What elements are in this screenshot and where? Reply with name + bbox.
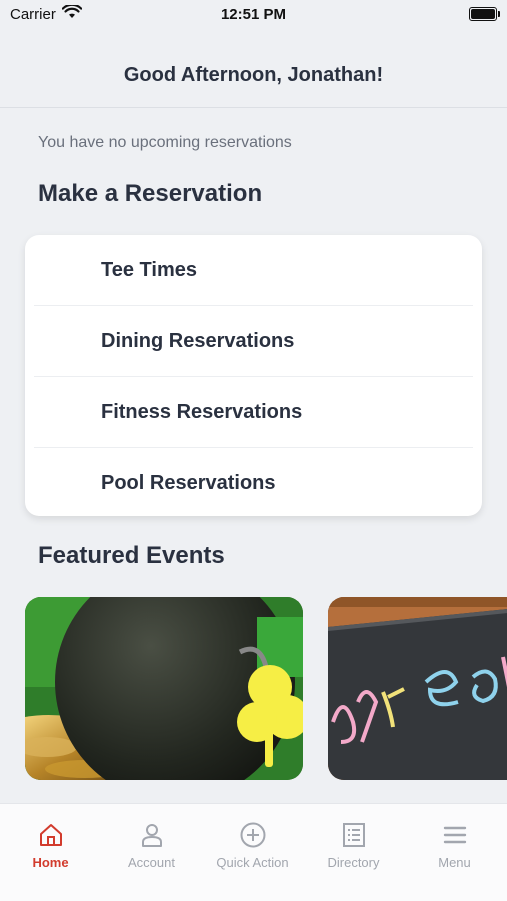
tab-account[interactable]: Account: [101, 804, 202, 901]
tab-menu[interactable]: Menu: [404, 804, 505, 901]
reservation-item-pool[interactable]: Pool Reservations: [34, 448, 473, 516]
tab-home[interactable]: Home: [0, 804, 101, 901]
menu-icon: [443, 826, 467, 844]
tab-quick-action[interactable]: Quick Action: [202, 804, 303, 901]
reservation-item-tee-times[interactable]: Tee Times: [34, 235, 473, 306]
reservation-item-label: Dining Reservations: [101, 329, 295, 352]
tab-directory[interactable]: Directory: [303, 804, 404, 901]
header: Good Afternoon, Jonathan!: [0, 30, 507, 108]
make-reservation-title: Make a Reservation: [38, 180, 263, 207]
reservation-card: Tee Times Dining Reservations Fitness Re…: [25, 235, 482, 516]
account-icon: [142, 824, 162, 847]
tab-bar: Home Account Quick Action Directory Menu: [0, 803, 507, 901]
reservation-item-label: Tee Times: [101, 258, 197, 281]
reservation-item-label: Pool Reservations: [101, 471, 276, 494]
greeting-title: Good Afternoon, Jonathan!: [123, 64, 384, 86]
event-image: [328, 597, 507, 780]
reservation-item-label: Fitness Reservations: [101, 400, 303, 423]
home-icon: [40, 824, 62, 846]
tab-label: Quick Action: [216, 855, 289, 870]
tab-label: Directory: [327, 855, 380, 870]
tab-label: Account: [128, 855, 175, 870]
clock: 12:51 PM: [220, 6, 287, 23]
status-bar: Carrier 12:51 PM: [0, 0, 507, 30]
reservation-item-fitness[interactable]: Fitness Reservations: [34, 377, 473, 448]
tab-label: Menu: [438, 855, 471, 870]
featured-event-card[interactable]: [328, 597, 507, 780]
battery-icon: [469, 7, 500, 21]
featured-event-card[interactable]: [25, 597, 303, 780]
reservation-item-dining[interactable]: Dining Reservations: [34, 306, 473, 377]
featured-events-title: Featured Events: [38, 542, 225, 569]
tab-label: Home: [32, 855, 69, 870]
no-reservations-text: You have no upcoming reservations: [38, 134, 292, 151]
event-image: [25, 597, 303, 780]
directory-icon: [343, 823, 365, 847]
plus-circle-icon: [240, 822, 266, 848]
